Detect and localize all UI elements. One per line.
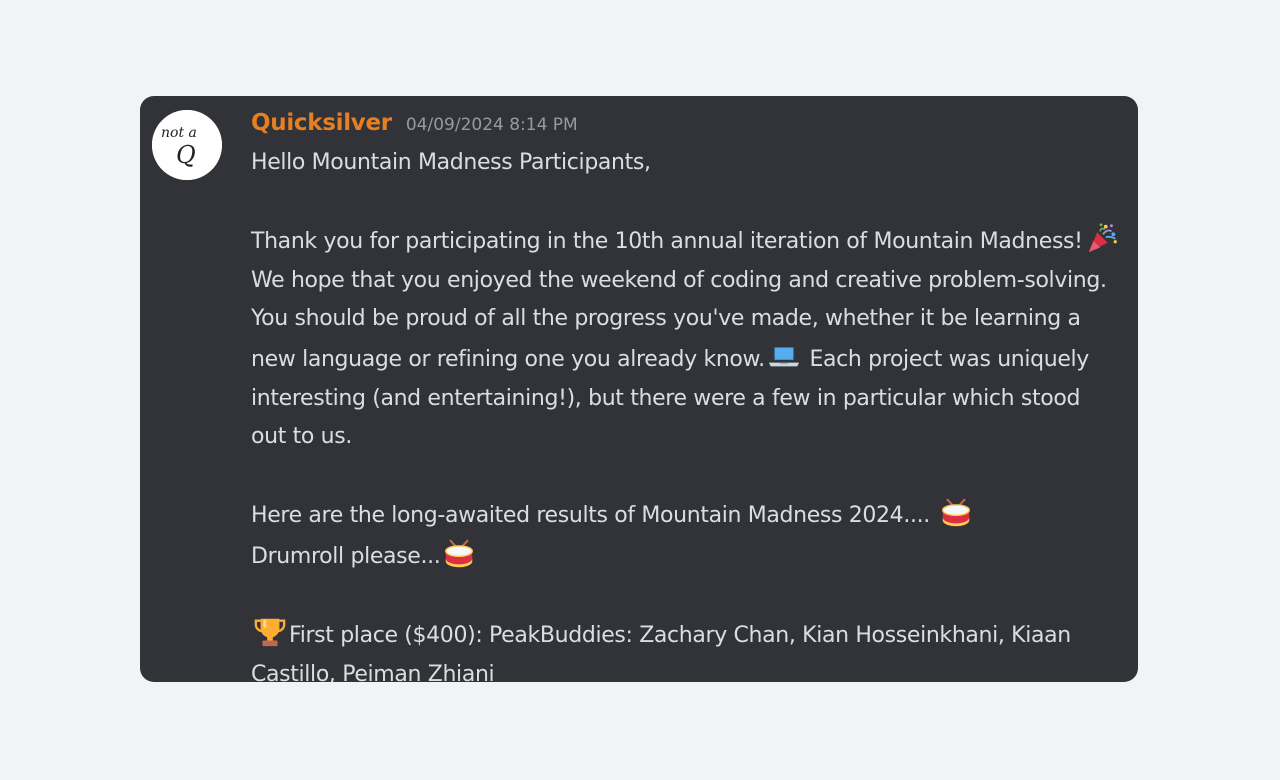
svg-text:Q: Q xyxy=(176,141,196,169)
results-intro-text: Here are the long-awaited results of Mou… xyxy=(251,503,930,529)
greeting-line: Hello Mountain Madness Participants, xyxy=(251,150,651,175)
laptop-icon xyxy=(767,339,801,373)
avatar-image: not a Q xyxy=(152,110,222,180)
message-content: Quicksilver 04/09/2024 8:14 PM Hello Mou… xyxy=(251,110,1121,682)
message-header: Quicksilver 04/09/2024 8:14 PM xyxy=(251,110,1121,144)
svg-text:not a: not a xyxy=(161,125,197,141)
paragraph-results: Here are the long-awaited results of Mou… xyxy=(251,495,1121,576)
party-popper-icon xyxy=(1085,221,1119,255)
trophy-icon xyxy=(253,615,287,649)
drum-icon xyxy=(442,536,476,570)
author-name[interactable]: Quicksilver xyxy=(251,110,392,136)
avatar[interactable]: not a Q xyxy=(152,110,222,180)
drum-icon xyxy=(939,495,973,529)
first-place-line: First place ($400): PeakBuddies: Zachary… xyxy=(251,615,1121,682)
message-card: not a Q Quicksilver 04/09/2024 8:14 PM H… xyxy=(140,96,1138,682)
paragraph-intro-part1: Thank you for participating in the 10th … xyxy=(251,229,1083,255)
drumroll-text: Drumroll please... xyxy=(251,543,441,569)
message-body: Hello Mountain Madness Participants, Tha… xyxy=(251,144,1121,682)
message-timestamp: 04/09/2024 8:14 PM xyxy=(405,115,578,135)
first-place-text: First place ($400): PeakBuddies: Zachary… xyxy=(251,623,1071,682)
paragraph-intro: Thank you for participating in the 10th … xyxy=(251,221,1121,457)
